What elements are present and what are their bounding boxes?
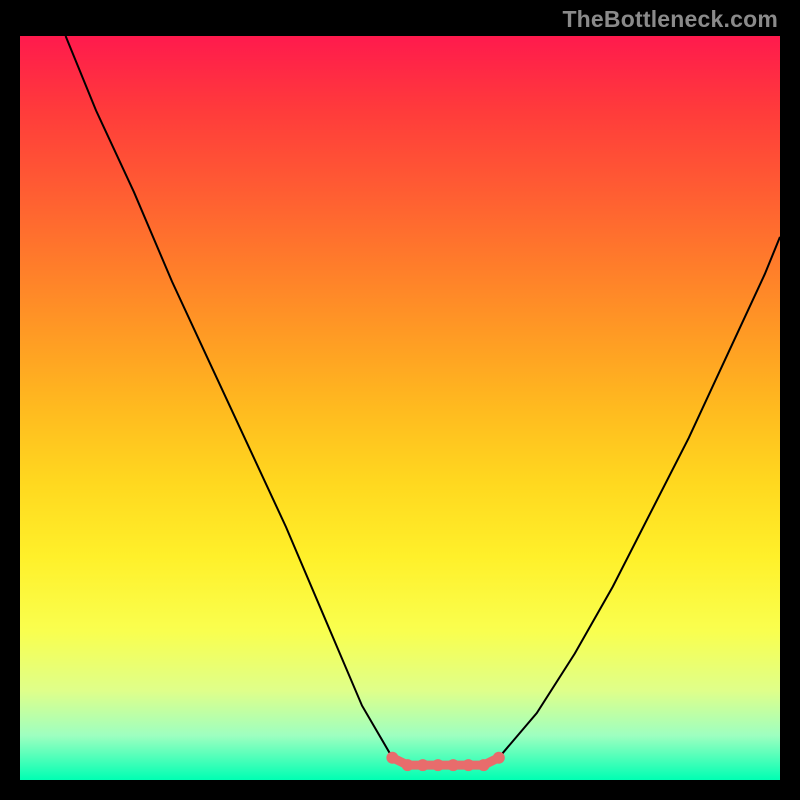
highlight-dot (386, 752, 398, 764)
right-branch-line (499, 237, 780, 758)
highlight-dot (478, 759, 490, 771)
highlight-dot (402, 759, 414, 771)
bottleneck-curve (20, 36, 780, 780)
plot-area (20, 36, 780, 780)
watermark-text: TheBottleneck.com (562, 6, 778, 33)
highlight-dot (462, 759, 474, 771)
chart-frame: TheBottleneck.com (0, 0, 800, 800)
highlight-dot (493, 752, 505, 764)
highlight-dot (432, 759, 444, 771)
highlight-dot (417, 759, 429, 771)
left-branch-line (66, 36, 393, 758)
highlight-dot (447, 759, 459, 771)
